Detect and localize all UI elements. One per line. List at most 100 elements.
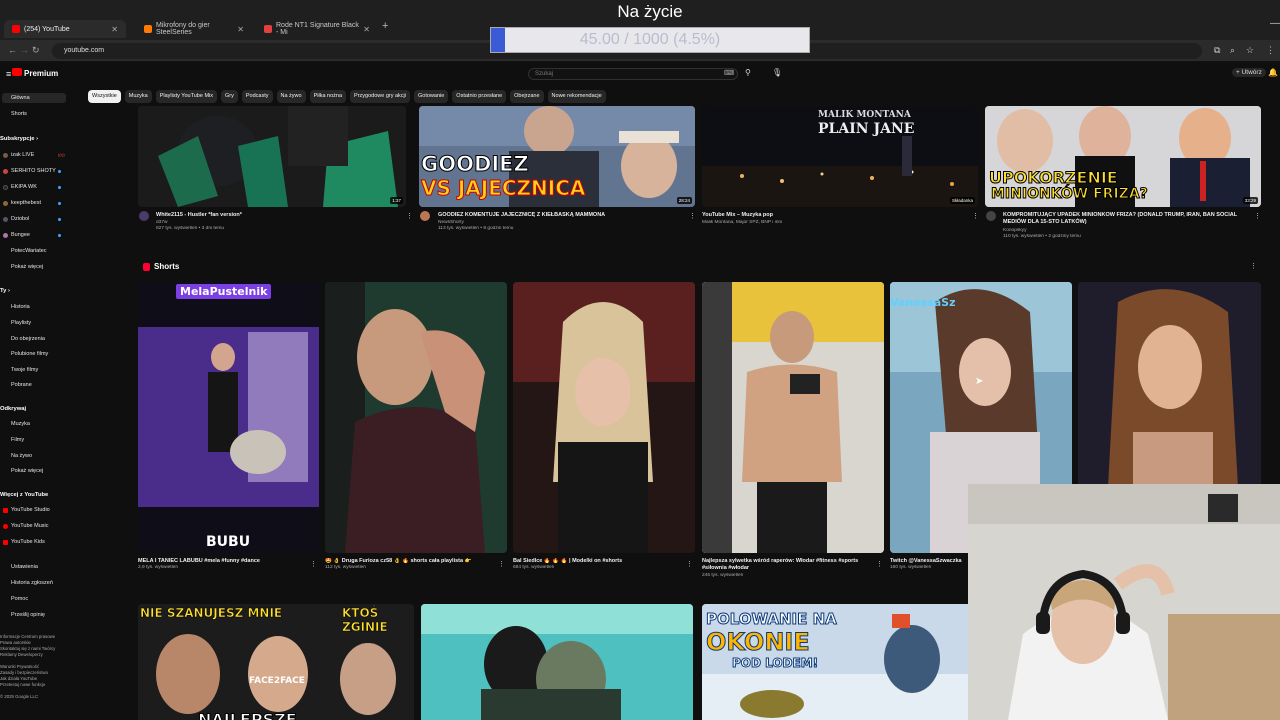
install-icon[interactable]: ⧉ (1214, 45, 1220, 56)
more-options-icon[interactable]: ⋮ (1250, 262, 1257, 270)
channel-avatar[interactable] (420, 211, 430, 221)
tab-rode[interactable]: Rode NT1 Signature Black - Mi ✕ (256, 20, 378, 38)
video-channel[interactable]: d37w (156, 220, 401, 225)
filter-chip[interactable]: Muzyka (124, 90, 152, 103)
sidebar-item-report-history[interactable]: Historia zgłoszeń (11, 580, 53, 586)
video-title[interactable]: KOMPROMITUJĄCY UPADEK MINIONKÓW FRIZA? (… (1003, 212, 1253, 226)
sidebar-item-movies[interactable]: Filmy (11, 437, 24, 443)
sidebar-explore-more[interactable]: Pokaż więcej (11, 468, 43, 474)
filter-chip[interactable]: Obejrzane (510, 90, 544, 103)
zoom-icon[interactable]: ⌕ (1230, 45, 1235, 56)
more-options-icon[interactable]: ⋮ (310, 560, 317, 568)
short-thumbnail[interactable] (702, 282, 884, 553)
sidebar-subscriptions-heading[interactable]: Subskrypcje › (0, 136, 38, 142)
close-icon[interactable]: ✕ (237, 25, 244, 34)
sidebar-show-more[interactable]: Pokaż więcej (11, 264, 43, 270)
create-button[interactable]: + Utwórz (1232, 68, 1266, 77)
reload-icon[interactable]: ↻ (32, 45, 40, 56)
sidebar-sub-dziobol[interactable]: Dziobol (11, 216, 29, 222)
keyboard-icon[interactable]: ⌨ (724, 69, 734, 77)
short-thumbnail[interactable] (513, 282, 695, 553)
sidebar-sub-serhito[interactable]: SERHITO SHOTY (11, 168, 56, 174)
channel-avatar[interactable] (139, 211, 149, 221)
filter-chip[interactable]: Gry (221, 90, 238, 103)
extensions-icon[interactable]: ⋮ (1266, 45, 1275, 56)
sidebar-sub-izak[interactable]: izak LIVE (11, 152, 34, 158)
sidebar-sub-ekipa[interactable]: EKIPA WK (11, 184, 37, 190)
sidebar-item-playlists[interactable]: Playlisty (11, 320, 31, 326)
search-icon[interactable]: ⚲ (745, 68, 751, 77)
sidebar-item-downloads[interactable]: Pobrane (11, 382, 32, 388)
more-options-icon[interactable]: ⋮ (689, 212, 696, 220)
filter-chip[interactable]: Nowe rekomendacje (547, 90, 606, 103)
short-title[interactable]: Bal Siedlce 🔥 🔥 🔥 | Modelki on #shorts (513, 558, 685, 564)
sidebar-item-liked[interactable]: Polubione filmy (11, 351, 48, 357)
hamburger-menu-icon[interactable]: ≡ (6, 69, 11, 79)
short-title[interactable]: Najlepsza sylwetka wśród raperów: Włodar… (702, 558, 874, 572)
video-channel[interactable]: NewsShorty (438, 220, 688, 225)
video-title[interactable]: White2115 - Hustler *fan version* (156, 212, 401, 218)
sidebar-item-shorts[interactable]: Shorts (11, 111, 27, 117)
youtube-logo-icon[interactable] (12, 68, 22, 76)
video-thumbnail[interactable]: MALIK MONTANA PLAIN JANE Składanka (702, 106, 978, 207)
filter-chip[interactable]: Na żywo (276, 90, 306, 103)
sidebar-you-heading[interactable]: Ty › (0, 288, 10, 294)
more-options-icon[interactable]: ⋮ (1254, 212, 1261, 220)
more-options-icon[interactable]: ⋮ (406, 212, 413, 220)
filter-chip[interactable]: Playlisty YouTube Mix (155, 90, 217, 103)
footer-link[interactable]: Reklamy Deweloperzy (0, 652, 70, 658)
more-options-icon[interactable]: ⋮ (686, 560, 693, 568)
short-title[interactable]: 🤩 👌 Druga Furioza cz58 👌 🔥 shorts cała p… (325, 558, 497, 564)
short-title[interactable]: Twitch @VanessaSzwaczka (890, 558, 968, 564)
sidebar-item-history[interactable]: Historia (11, 304, 30, 310)
sidebar-sub-keepthebest[interactable]: keepthebest (11, 200, 41, 206)
video-thumbnail[interactable]: POLOWANIE NA OKONIE POD LODEM! (702, 604, 978, 720)
sidebar-item-live[interactable]: Na żywo (11, 453, 32, 459)
channel-avatar[interactable] (986, 211, 996, 221)
footer-link[interactable]: Przetestuj nowe funkcje (0, 682, 70, 688)
back-icon[interactable]: ← (8, 45, 17, 55)
video-title[interactable]: YouTube Mix – Muzyka pop (702, 212, 967, 218)
video-thumbnail[interactable] (421, 604, 693, 720)
bookmark-star-icon[interactable]: ☆ (1246, 45, 1254, 56)
search-input[interactable]: Szukaj (528, 68, 738, 80)
short-thumbnail[interactable] (325, 282, 507, 553)
more-options-icon[interactable]: ⋮ (876, 560, 883, 568)
short-title[interactable]: MELA I TANIEC LABUBU #mela #funny #dance (138, 558, 308, 564)
sidebar-item-studio[interactable]: YouTube Studio (11, 507, 50, 513)
video-title[interactable]: GOODIEZ KOMENTUJE JAJECZNICĘ Z KIEŁBASKĄ… (438, 212, 688, 218)
footer-link[interactable]: © 2025 Google LLC (0, 694, 70, 700)
notifications-bell-icon[interactable]: 🔔 (1268, 68, 1278, 77)
tab-steelseries[interactable]: Mikrofony do gier SteelSeries ✕ (136, 20, 252, 38)
filter-chip[interactable]: Wszystkie (88, 90, 121, 103)
sidebar-sub-bungee[interactable]: Bungee (11, 232, 30, 238)
filter-chip[interactable]: Ostatnio przesłane (452, 90, 507, 103)
close-icon[interactable]: ✕ (111, 25, 118, 34)
more-options-icon[interactable]: ⋮ (972, 212, 979, 220)
sidebar-item-feedback[interactable]: Prześlij opinię (11, 612, 45, 618)
video-channel[interactable]: Konopskyy (1003, 228, 1253, 233)
sidebar-item-settings[interactable]: Ustawienia (11, 564, 38, 570)
short-thumbnail[interactable] (1078, 282, 1261, 487)
filter-chip[interactable]: Podcasty (241, 90, 273, 103)
video-thumbnail[interactable]: GOODIEZ VS JAJECZNICA 28:24 (419, 106, 695, 207)
forward-icon[interactable]: → (20, 45, 29, 55)
video-thumbnail[interactable]: NIE SZANUJESZ MNIE KTOŚ ZGINIE FACE2FACE… (138, 604, 414, 720)
video-channel[interactable]: Malik Montana, Major SPZ, BNP i inni (702, 220, 967, 225)
tab-youtube[interactable]: (254) YouTube ✕ (4, 20, 126, 38)
microphone-icon[interactable]: 🎙 (772, 68, 782, 77)
sidebar-item-home[interactable]: Główna (2, 93, 66, 103)
sidebar-item-music-app[interactable]: YouTube Music (11, 523, 49, 529)
brand-label[interactable]: Premium (24, 69, 58, 78)
close-icon[interactable]: ✕ (363, 25, 370, 34)
short-thumbnail[interactable]: MelaPustelnik BUBU (138, 282, 319, 553)
filter-chip[interactable]: Przygodowe gry akcji (350, 90, 410, 103)
more-options-icon[interactable]: ⋮ (498, 560, 505, 568)
sidebar-sub-potecwariatec[interactable]: PotecWariatec (11, 248, 47, 254)
sidebar-item-help[interactable]: Pomoc (11, 596, 28, 602)
video-thumbnail[interactable]: 1:37 (138, 106, 406, 207)
sidebar-item-watch-later[interactable]: Do obejrzenia (11, 336, 45, 342)
filter-chip[interactable]: Gotowanie (414, 90, 449, 103)
video-thumbnail[interactable]: UPOKORZENIE MINIONKÓW FRIZA? 33:29 (985, 106, 1261, 207)
filter-chip[interactable]: Piłka nożna (309, 90, 347, 103)
